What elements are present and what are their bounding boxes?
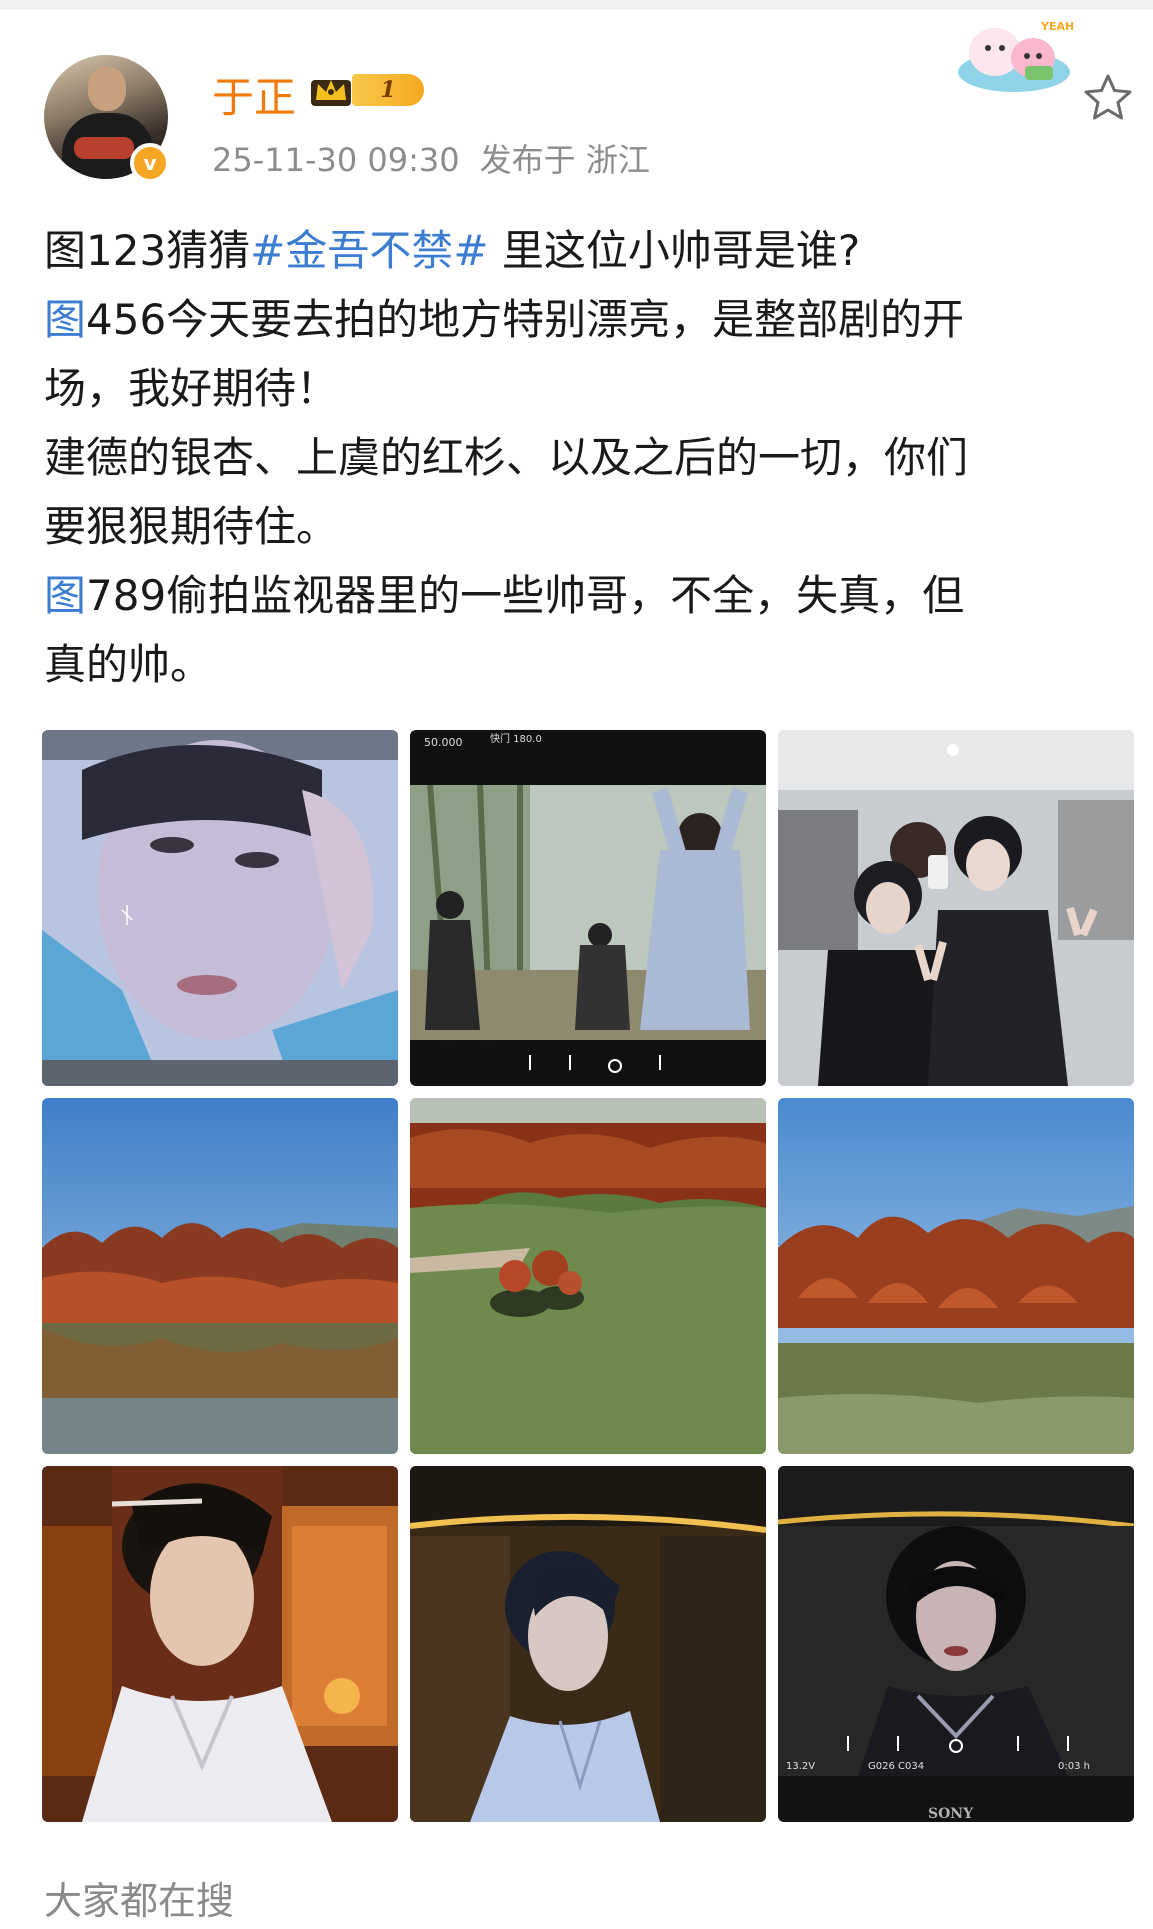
photo-6[interactable] — [778, 1098, 1134, 1454]
photo-8[interactable] — [410, 1466, 766, 1822]
photo-5[interactable] — [410, 1098, 766, 1454]
post-meta: 25-11-30 09:30 发布于 浙江 — [212, 135, 650, 181]
post-location: 发布于 浙江 — [479, 141, 650, 179]
image-ref-link[interactable]: 图 — [44, 571, 86, 620]
vip-level-tag: 1 — [352, 74, 424, 106]
top-divider — [0, 0, 1153, 10]
monitor-readout: G026 C034 — [868, 1761, 924, 1772]
text-segment: 里这位小帅哥是谁? — [488, 226, 861, 275]
monitor-readout: 快门 180.0 — [490, 732, 542, 745]
avatar-arm-shape — [74, 137, 134, 159]
photo-3[interactable] — [778, 730, 1134, 1086]
monitor-readout: 0:03 h — [1058, 1761, 1090, 1772]
post-line-5: 要狠狠期待住。 — [44, 502, 339, 551]
verified-badge-icon: v — [130, 143, 170, 183]
photo-4[interactable] — [42, 1098, 398, 1454]
monitor-readout: 50.000 — [424, 736, 463, 749]
text-segment: 图123猜猜 — [44, 226, 251, 275]
monitor-readout: 13.2V — [786, 1761, 815, 1772]
hashtag-link[interactable]: #金吾不禁# — [250, 226, 488, 275]
photo-7[interactable] — [42, 1466, 398, 1822]
post-line-2: 图456今天要去拍的地方特别漂亮，是整部剧的开 — [44, 285, 1114, 354]
post-line-7: 真的帅。 — [44, 640, 213, 689]
text-segment: 456今天要去拍的地方特别漂亮，是整部剧的开 — [86, 295, 965, 344]
post-line-1: 图123猜猜#金吾不禁# 里这位小帅哥是谁? — [44, 216, 1114, 285]
author-name[interactable]: 于正 — [212, 64, 296, 125]
sticker-icon[interactable]: YEAH! — [955, 14, 1073, 94]
photo-grid: 50.000 快门 180.0 13.2V G026 C034 0:03 h S… — [42, 730, 1142, 1830]
photo-2[interactable]: 50.000 快门 180.0 — [410, 730, 766, 1086]
post-line-4: 建德的银杏、上虞的红杉、以及之后的一切，你们 — [44, 433, 969, 482]
post-timestamp: 25-11-30 09:30 — [212, 141, 460, 179]
trending-search-label: 大家都在搜 — [44, 1879, 235, 1923]
text-segment: 789偷拍监视器里的一些帅哥，不全，失真，但 — [86, 571, 965, 620]
post-line-3: 场，我好期待！ — [44, 364, 339, 413]
post-line-6: 图789偷拍监视器里的一些帅哥，不全，失真，但 — [44, 561, 1114, 630]
sony-logo: SONY — [928, 1806, 974, 1822]
image-ref-link[interactable]: 图 — [44, 295, 86, 344]
favorite-star-icon[interactable] — [1082, 72, 1134, 124]
photo-9[interactable]: 13.2V G026 C034 0:03 h SONY — [778, 1466, 1134, 1822]
avatar-head-shape — [88, 67, 126, 111]
vip-badge[interactable]: 1 — [308, 70, 426, 110]
photo-1[interactable] — [42, 730, 398, 1086]
crown-icon — [311, 80, 351, 106]
post-body: 图123猜猜#金吾不禁# 里这位小帅哥是谁? 图456今天要去拍的地方特别漂亮，… — [44, 216, 1114, 699]
vip-level-text: 1 — [380, 77, 396, 103]
sticker-text: YEAH! — [1040, 20, 1073, 33]
